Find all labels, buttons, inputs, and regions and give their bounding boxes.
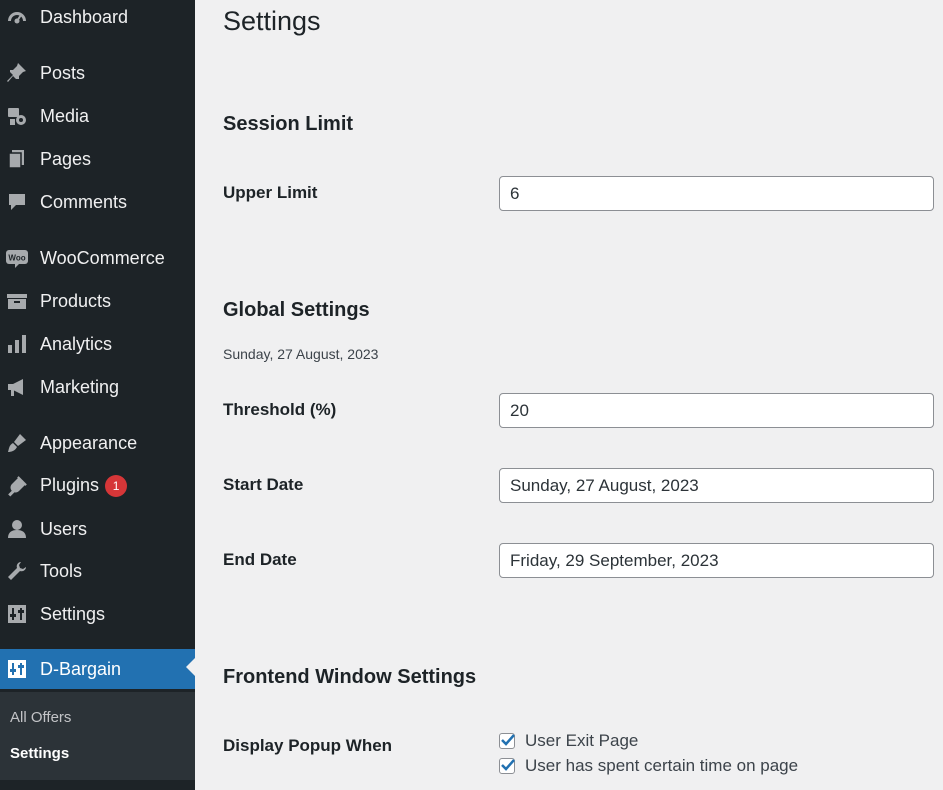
menu-label: Comments — [40, 191, 128, 212]
menu-item-analytics[interactable]: Analytics — [0, 326, 195, 362]
svg-text:Woo: Woo — [8, 254, 25, 263]
global-date-description: Sunday, 27 August, 2023 — [223, 346, 379, 362]
paintbrush-icon — [6, 432, 28, 454]
menu-label: D-Bargain — [40, 658, 122, 679]
menu-label: WooCommerce — [40, 247, 165, 268]
media-icon — [6, 105, 28, 127]
threshold-input[interactable] — [499, 393, 934, 428]
user-exit-label: User Exit Page — [525, 731, 639, 750]
menu-item-d-bargain[interactable]: D-Bargain — [0, 649, 195, 689]
submenu-item-settings[interactable]: Settings — [10, 745, 69, 762]
menu-label: Appearance — [40, 432, 138, 453]
menu-label: Marketing — [40, 376, 120, 397]
option-time-on-page[interactable]: User has spent certain time on page — [499, 756, 798, 776]
menu-item-users[interactable]: Users — [0, 511, 195, 547]
option-user-exit-page[interactable]: User Exit Page — [499, 731, 638, 751]
bar-chart-icon — [6, 333, 28, 355]
user-exit-checkbox[interactable] — [499, 733, 515, 749]
end-date-input[interactable] — [499, 543, 934, 578]
menu-item-plugins[interactable]: Plugins 1 — [0, 468, 195, 504]
menu-label: Analytics — [40, 333, 113, 354]
start-date-input[interactable] — [499, 468, 934, 503]
menu-label: Dashboard — [40, 6, 129, 27]
menu-item-posts[interactable]: Posts — [0, 55, 195, 91]
user-icon — [6, 518, 28, 540]
upper-limit-label: Upper Limit — [223, 183, 318, 202]
menu-item-pages[interactable]: Pages — [0, 141, 195, 177]
plugins-label: Plugins — [40, 474, 100, 495]
d-bargain-icon — [6, 658, 28, 680]
dashboard-icon — [6, 6, 28, 28]
menu-item-appearance[interactable]: Appearance — [0, 425, 195, 461]
end-date-label: End Date — [223, 550, 297, 569]
menu-label: Products — [40, 290, 112, 311]
menu-item-settings[interactable]: Settings — [0, 596, 195, 632]
upper-limit-input[interactable] — [499, 176, 934, 211]
menu-item-dashboard[interactable]: Dashboard — [0, 0, 195, 35]
threshold-label: Threshold (%) — [223, 400, 337, 419]
menu-label: Settings — [40, 603, 106, 624]
display-popup-label: Display Popup When — [223, 736, 393, 755]
menu-label: Tools — [40, 560, 83, 581]
menu-label: Posts — [40, 62, 86, 83]
time-on-page-checkbox[interactable] — [499, 758, 515, 774]
wrench-icon — [6, 560, 28, 582]
settings-sliders-icon — [6, 603, 28, 625]
submenu-item-all-offers[interactable]: All Offers — [10, 709, 71, 726]
checkmark-icon — [501, 759, 515, 771]
menu-label: Media — [40, 105, 90, 126]
menu-label: Pages — [40, 148, 92, 169]
menu-label: Users — [40, 518, 88, 539]
global-settings-heading: Global Settings — [223, 299, 370, 321]
main-content: Settings Session Limit Upper Limit Globa… — [195, 0, 943, 790]
d-bargain-submenu: All Offers Settings — [0, 692, 195, 780]
menu-item-woocommerce[interactable]: Woo WooCommerce — [0, 240, 195, 276]
woo-icon: Woo — [6, 247, 28, 269]
session-limit-heading: Session Limit — [223, 113, 354, 135]
frontend-window-heading: Frontend Window Settings — [223, 666, 477, 688]
menu-label: Plugins 1 — [40, 474, 128, 498]
checkmark-icon — [501, 734, 515, 746]
update-count-badge: 1 — [105, 474, 128, 497]
time-on-page-label: User has spent certain time on page — [525, 756, 799, 775]
comment-icon — [6, 191, 28, 213]
page-title: Settings — [223, 6, 321, 36]
plug-icon — [6, 475, 28, 497]
menu-item-products[interactable]: Products — [0, 283, 195, 319]
menu-item-media[interactable]: Media — [0, 98, 195, 134]
admin-sidebar: Dashboard Posts Media Pages Comments Woo… — [0, 0, 195, 790]
menu-item-tools[interactable]: Tools — [0, 553, 195, 589]
pushpin-icon — [6, 62, 28, 84]
menu-item-marketing[interactable]: Marketing — [0, 369, 195, 405]
megaphone-icon — [6, 376, 28, 398]
pages-icon — [6, 148, 28, 170]
archive-icon — [6, 290, 28, 312]
menu-item-comments[interactable]: Comments — [0, 184, 195, 220]
start-date-label: Start Date — [223, 475, 304, 494]
